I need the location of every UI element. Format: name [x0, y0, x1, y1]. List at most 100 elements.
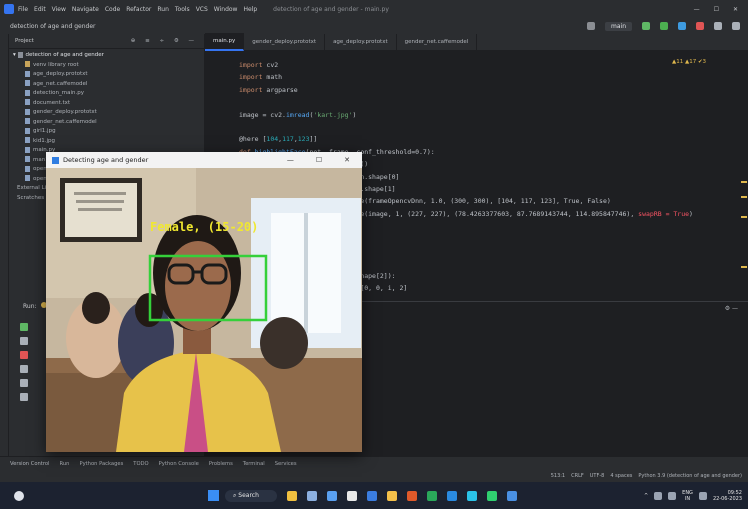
project-tree-item-label: venv library root — [33, 61, 79, 68]
code-line[interactable]: image = cv2.imread('kart.jpg') — [239, 111, 356, 119]
run-icon[interactable] — [642, 22, 650, 30]
vscode-icon[interactable] — [466, 490, 477, 501]
tool-tab-terminal[interactable]: Terminal — [243, 461, 265, 467]
project-tree-item[interactable]: gender_deploy.prototxt — [13, 108, 204, 118]
stop-icon[interactable] — [20, 351, 28, 359]
menu-item-view[interactable]: View — [52, 6, 66, 13]
dialog-close-icon[interactable]: ✕ — [344, 156, 350, 164]
editor-tab[interactable]: gender_net.caffemodel — [397, 34, 478, 50]
print-icon[interactable] — [20, 379, 28, 387]
volume-icon[interactable] — [668, 491, 677, 500]
project-tree-item[interactable]: age_deploy.prototxt — [13, 70, 204, 80]
store-icon[interactable] — [366, 490, 377, 501]
menu-item-code[interactable]: Code — [105, 6, 120, 13]
language-indicator[interactable]: ENG IN — [682, 490, 693, 502]
rerun-icon[interactable] — [20, 323, 28, 331]
tool-tab-todo[interactable]: TODO — [133, 461, 148, 467]
warning-mark[interactable] — [741, 196, 747, 198]
clock[interactable]: 09:52 22-06-2023 — [713, 490, 742, 502]
code-line[interactable]: import math — [239, 73, 282, 81]
file-explorer-icon[interactable] — [346, 490, 357, 501]
breadcrumb[interactable]: detection of age and gender — [10, 23, 95, 30]
project-panel-title[interactable]: Project — [15, 38, 34, 44]
tray-chevron-icon[interactable]: ^ — [644, 493, 648, 499]
pycharm-taskbar-icon[interactable] — [486, 490, 497, 501]
coverage-icon[interactable] — [678, 22, 686, 30]
tool-tab-python-console[interactable]: Python Console — [159, 461, 199, 467]
run-configuration-select[interactable]: main — [605, 21, 632, 31]
code-line[interactable]: @here [104,117,123]] — [239, 135, 317, 143]
wifi-icon[interactable] — [698, 491, 707, 500]
status-item[interactable]: Python 3.9 (detection of age and gender) — [638, 473, 742, 479]
project-tree-item[interactable]: detection_main.py — [13, 89, 204, 99]
project-tree-item[interactable]: girl1.jpg — [13, 127, 204, 137]
project-tree-item[interactable]: kid1.jpg — [13, 137, 204, 147]
menu-item-vcs[interactable]: VCS — [196, 6, 208, 13]
stop-icon[interactable] — [696, 22, 704, 30]
close-window-icon[interactable]: ✕ — [733, 6, 738, 13]
settings-gear-icon[interactable] — [732, 22, 740, 30]
minimize-window-icon[interactable]: — — [694, 6, 700, 13]
editor-tab[interactable]: age_deploy.prototxt — [325, 34, 397, 50]
python-window-icon[interactable] — [506, 490, 517, 501]
status-item[interactable]: CRLF — [571, 473, 584, 479]
opencv-window[interactable]: Detecting age and gender — ☐ ✕ Female, (… — [46, 152, 362, 452]
inspection-widget[interactable]: ▲11 ▲17 ✔3 — [672, 59, 706, 65]
editor-tab[interactable]: main.py — [205, 33, 245, 51]
menu-item-edit[interactable]: Edit — [34, 6, 46, 13]
edge-icon[interactable] — [446, 490, 457, 501]
warning-mark[interactable] — [741, 216, 747, 218]
menu-item-file[interactable]: File — [18, 6, 28, 13]
menu-item-refactor[interactable]: Refactor — [126, 6, 151, 13]
warning-mark[interactable] — [741, 266, 747, 268]
project-tree-item[interactable]: age_net.caffemodel — [13, 80, 204, 90]
project-tree-item[interactable]: gender_net.caffemodel — [13, 118, 204, 128]
search-everywhere-icon[interactable] — [714, 22, 722, 30]
dialog-minimize-icon[interactable]: — — [287, 156, 294, 164]
folder-icon[interactable] — [386, 490, 397, 501]
wrench-icon[interactable] — [20, 337, 28, 345]
office-icon[interactable] — [406, 490, 417, 501]
status-item[interactable]: 4 spaces — [610, 473, 632, 479]
menu-item-tools[interactable]: Tools — [175, 6, 190, 13]
menu-item-window[interactable]: Window — [214, 6, 238, 13]
status-item[interactable]: UTF-8 — [590, 473, 605, 479]
project-panel-tools[interactable]: ⊕ ≡ ÷ ⚙ — — [131, 38, 198, 44]
tool-tab-version-control[interactable]: Version Control — [10, 461, 49, 467]
file-icon — [25, 80, 30, 86]
code-line[interactable]: import argparse — [239, 86, 298, 94]
menu-item-run[interactable]: Run — [157, 6, 169, 13]
maximize-window-icon[interactable]: ☐ — [714, 6, 719, 13]
tool-tab-services[interactable]: Services — [275, 461, 297, 467]
run-panel-settings-icon[interactable]: ⚙ — — [725, 305, 738, 312]
widgets-icon[interactable] — [286, 490, 297, 501]
trash-icon[interactable] — [20, 393, 28, 401]
status-item[interactable]: 513:1 — [551, 473, 565, 479]
warning-mark[interactable] — [741, 181, 747, 183]
code-line[interactable]: import cv2 — [239, 61, 278, 69]
task-view-icon[interactable] — [306, 490, 317, 501]
project-tree-item[interactable]: document.txt — [13, 99, 204, 109]
project-root[interactable]: ▾ detection of age and gender — [13, 51, 204, 61]
editor-scrollbar[interactable] — [740, 51, 748, 301]
ide-title-bar: File Edit View Navigate Code Refactor Run Tools… — [0, 0, 748, 18]
dialog-maximize-icon[interactable]: ☐ — [316, 156, 322, 164]
weather-icon[interactable] — [14, 490, 24, 501]
opencv-window-titlebar[interactable]: Detecting age and gender — ☐ ✕ — [46, 152, 362, 168]
chrome-icon[interactable] — [426, 490, 437, 501]
network-icon[interactable] — [654, 491, 663, 500]
debug-icon[interactable] — [660, 22, 668, 30]
editor-tab[interactable]: gender_deploy.prototxt — [244, 34, 326, 50]
tool-tab-run[interactable]: Run — [59, 461, 69, 467]
taskbar-search-box[interactable]: ⌕ Search — [225, 489, 277, 502]
project-tree-item[interactable]: venv library root — [13, 61, 204, 71]
chat-icon[interactable] — [326, 490, 337, 501]
soft-wrap-icon[interactable] — [20, 365, 28, 373]
left-tool-strip[interactable] — [0, 34, 9, 456]
menu-item-navigate[interactable]: Navigate — [72, 6, 99, 13]
windows-start-icon[interactable] — [208, 490, 219, 501]
tool-tab-problems[interactable]: Problems — [209, 461, 233, 467]
user-icon[interactable] — [587, 22, 595, 30]
tool-tab-python-packages[interactable]: Python Packages — [79, 461, 123, 467]
menu-item-help[interactable]: Help — [243, 6, 257, 13]
